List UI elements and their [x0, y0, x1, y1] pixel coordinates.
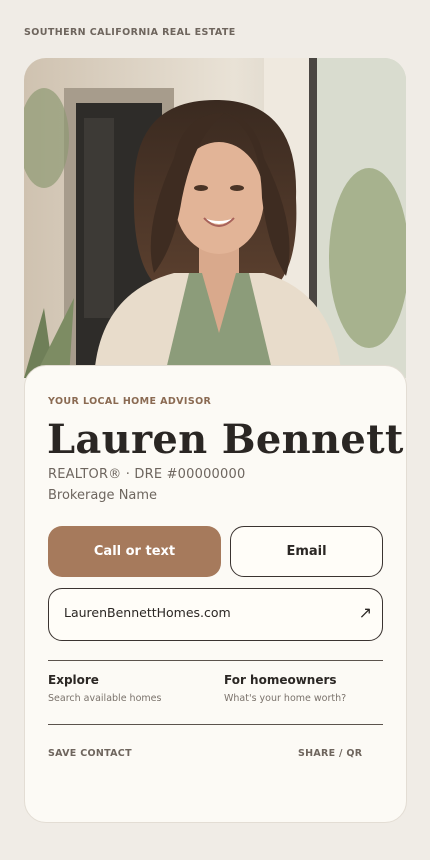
call-or-text-button[interactable]: Call or text	[48, 526, 221, 577]
divider-bottom	[48, 724, 383, 725]
homeowners-link-subtitle[interactable]: What's your home worth?	[224, 693, 346, 704]
eyebrow-label: YOUR LOCAL HOME ADVISOR	[48, 396, 212, 407]
email-button-label: Email	[286, 544, 327, 559]
email-button[interactable]: Email	[230, 526, 383, 577]
agent-portrait-image	[24, 58, 406, 378]
website-link[interactable]: LaurenBennettHomes.com ↗	[48, 588, 383, 641]
site-tagline: SOUTHERN CALIFORNIA REAL ESTATE	[24, 27, 236, 38]
divider-top	[48, 660, 383, 661]
website-url: LaurenBennettHomes.com	[64, 605, 231, 620]
call-button-label: Call or text	[93, 544, 176, 559]
save-contact-button[interactable]: SAVE CONTACT	[48, 748, 132, 759]
explore-link-subtitle[interactable]: Search available homes	[48, 693, 161, 704]
explore-link-title[interactable]: Explore	[48, 673, 99, 687]
brokerage-name: Brokerage Name	[48, 488, 158, 503]
agent-photo	[24, 58, 406, 378]
share-qr-button[interactable]: SHARE / QR	[298, 748, 362, 759]
agent-card: YOUR LOCAL HOME ADVISOR Lauren Bennett R…	[24, 365, 407, 823]
license-text: REALTOR® · DRE #00000000	[48, 467, 246, 482]
agent-name: Lauren Bennett	[47, 416, 404, 463]
external-arrow-icon: ↗	[358, 603, 372, 622]
homeowners-link-title[interactable]: For homeowners	[224, 673, 337, 687]
